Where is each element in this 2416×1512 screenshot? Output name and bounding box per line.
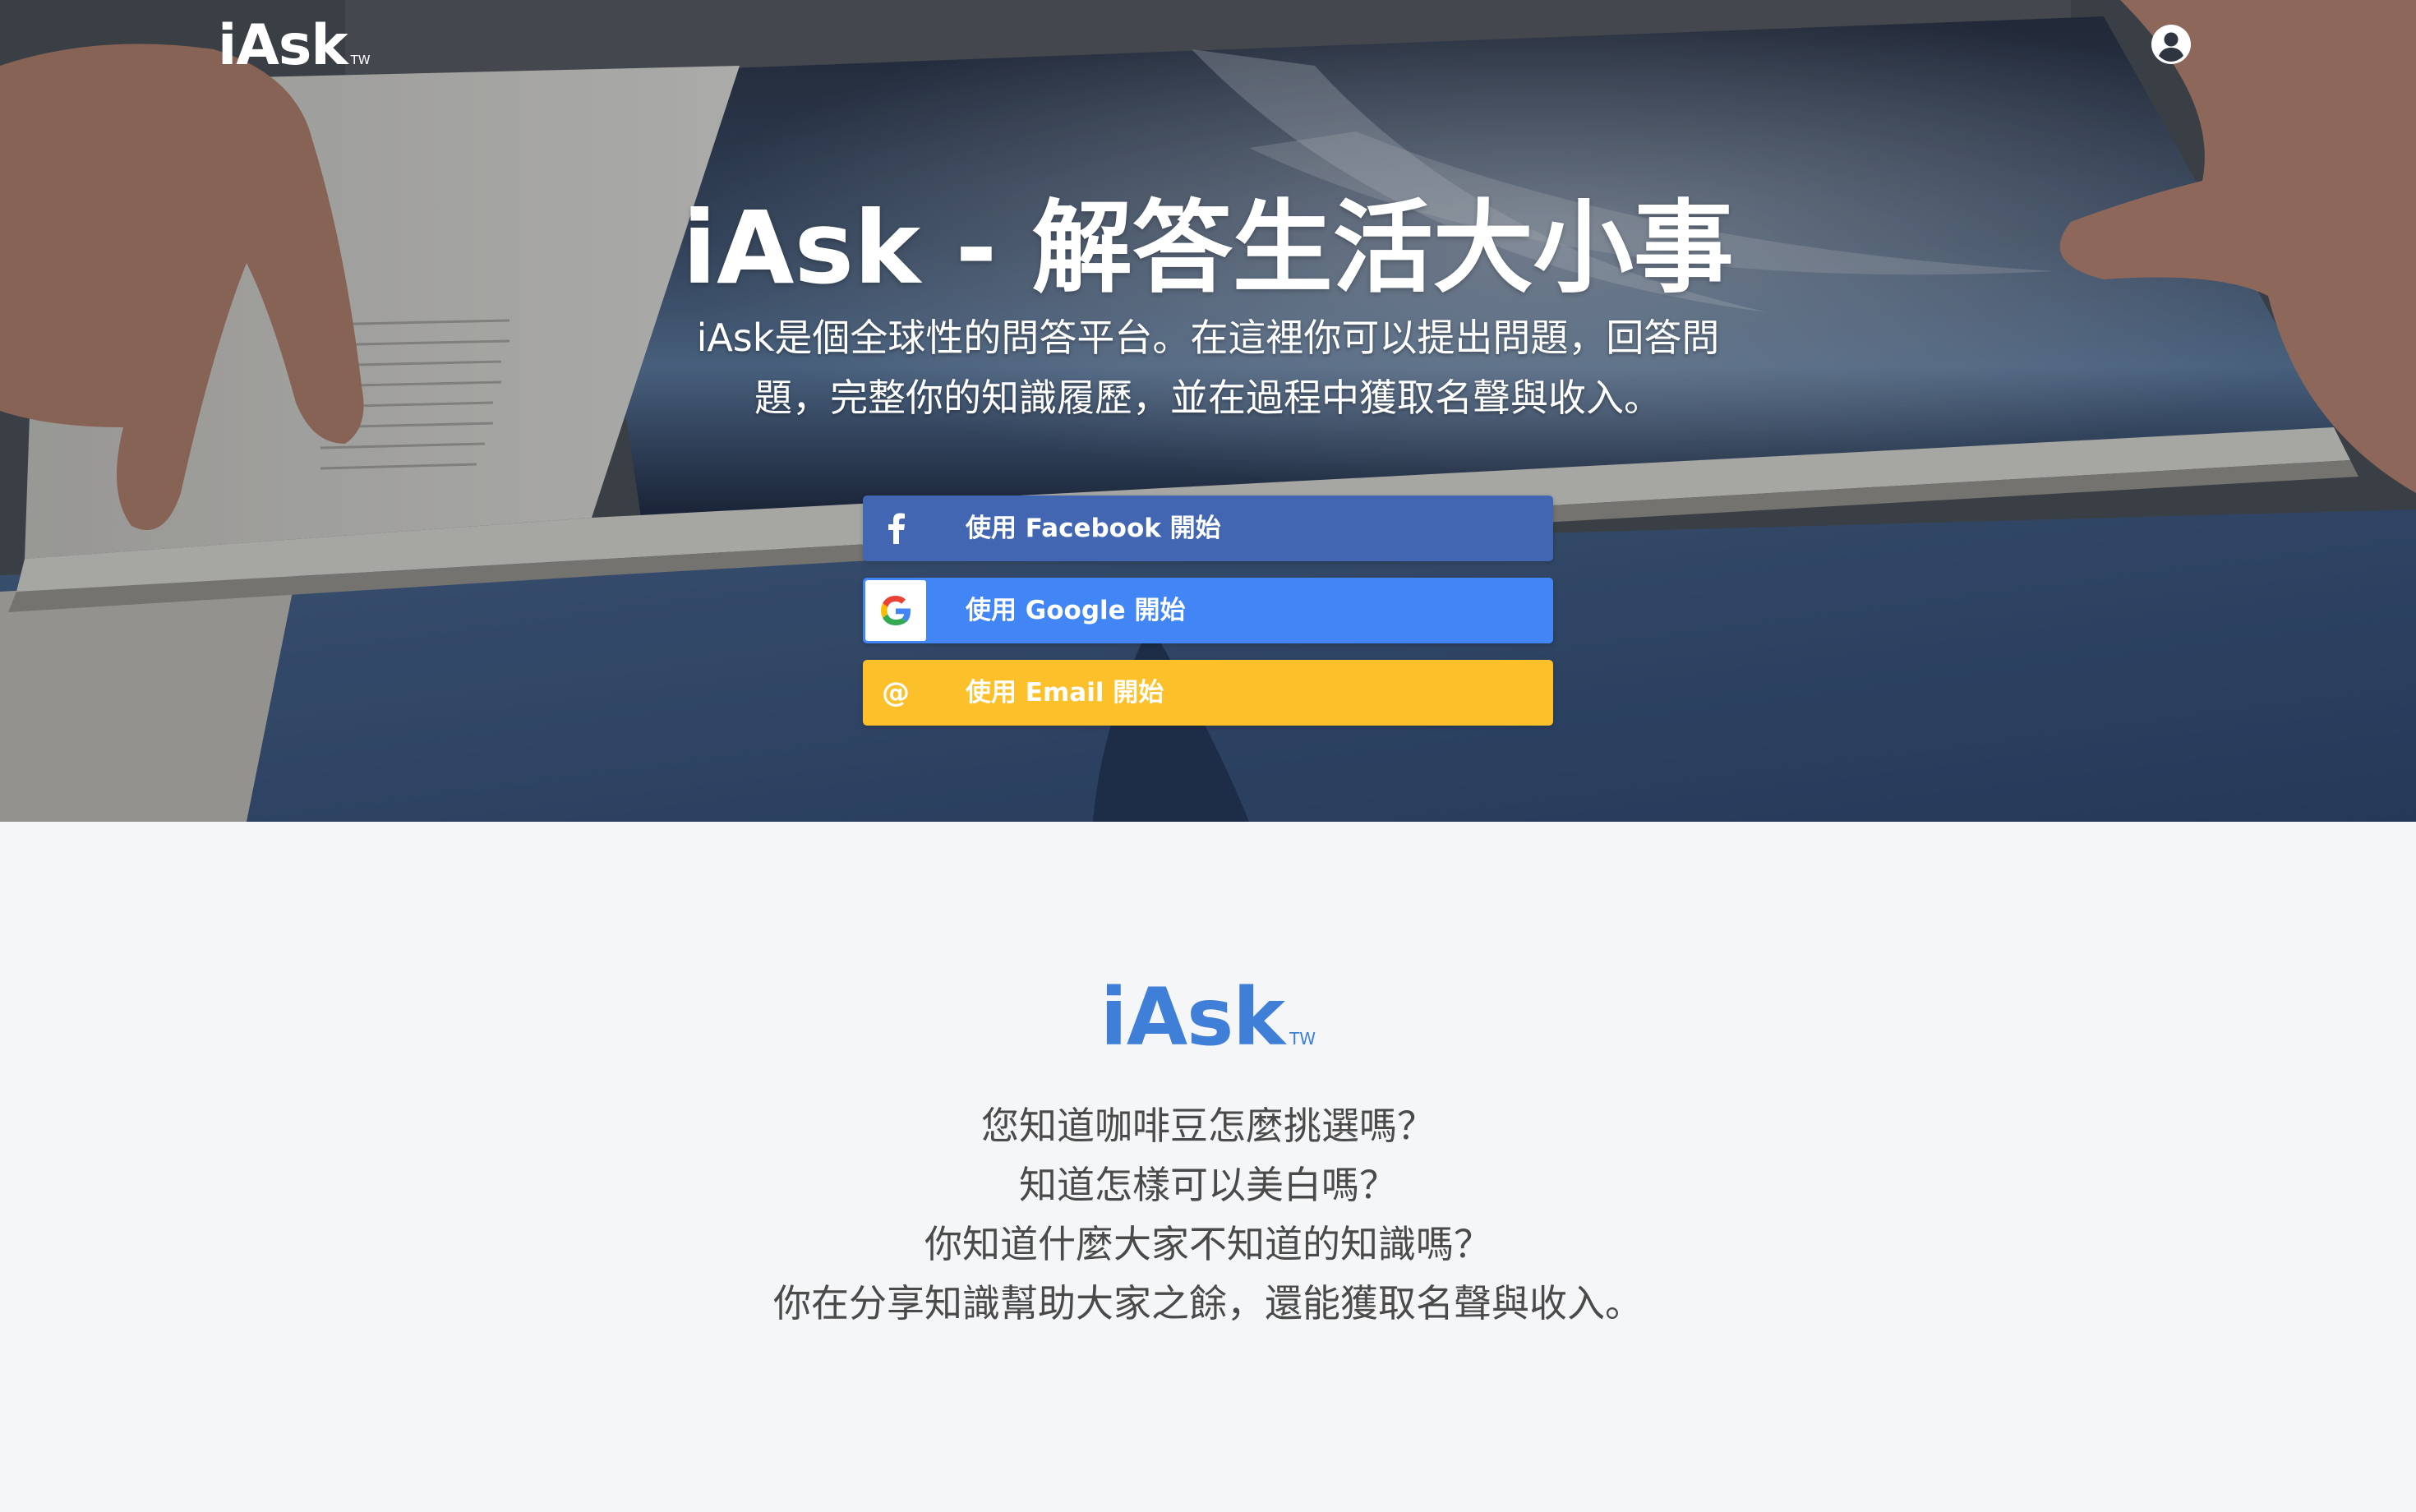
- email-login-button[interactable]: @ 使用 Email 開始: [863, 660, 1553, 726]
- hero-subtitle-line: iAsk是個全球性的問答平台。在這裡你可以提出問題，回答問: [696, 316, 1720, 360]
- about-text: 您知道咖啡豆怎麼挑選嗎？ 知道怎樣可以美白嗎？ 你知道什麼大家不知道的知識嗎？ …: [0, 1096, 2416, 1333]
- about-logo-suffix: TW: [1289, 1029, 1316, 1049]
- account-button[interactable]: [2149, 22, 2193, 67]
- at-sign-glyph: @: [882, 676, 910, 709]
- hero-subtitle-line: 題，完整你的知識履歷，並在過程中獲取名聲與收入。: [754, 376, 1662, 420]
- google-login-label: 使用 Google 開始: [966, 596, 1186, 625]
- at-sign-icon: @: [863, 660, 929, 726]
- brand-suffix: TW: [350, 53, 371, 67]
- hero-subtitle: iAsk是個全球性的問答平台。在這裡你可以提出問題，回答問 題，完整你的知識履歷…: [657, 308, 1759, 428]
- facebook-icon: [863, 496, 929, 561]
- about-line: 知道怎樣可以美白嗎？: [1019, 1163, 1397, 1207]
- brand-logo[interactable]: iAsk TW: [218, 18, 371, 74]
- about-line: 您知道咖啡豆怎麼挑選嗎？: [981, 1104, 1435, 1148]
- about-line: 你在分享知識幫助大家之餘，還能獲取名聲與收入。: [773, 1281, 1643, 1325]
- google-icon: [865, 580, 926, 641]
- facebook-login-button[interactable]: 使用 Facebook 開始: [863, 496, 1553, 561]
- hero-title: iAsk - 解答生活大小事: [682, 190, 1734, 307]
- user-circle-icon: [2151, 25, 2191, 64]
- google-login-button[interactable]: 使用 Google 開始: [863, 578, 1553, 643]
- about-line: 你知道什麼大家不知道的知識嗎？: [924, 1222, 1492, 1266]
- facebook-login-label: 使用 Facebook 開始: [966, 514, 1221, 543]
- hero-section: iAsk TW iAsk - 解答生活大小事 iAsk是個全球性的問答平台。在這裡…: [0, 0, 2416, 822]
- about-logo-name: iAsk: [1100, 971, 1285, 1063]
- email-login-label: 使用 Email 開始: [966, 678, 1164, 708]
- brand-name: iAsk: [218, 13, 348, 78]
- about-logo: iAsk TW: [0, 978, 2416, 1057]
- about-section: iAsk TW 您知道咖啡豆怎麼挑選嗎？ 知道怎樣可以美白嗎？ 你知道什麼大家不知…: [0, 822, 2416, 1512]
